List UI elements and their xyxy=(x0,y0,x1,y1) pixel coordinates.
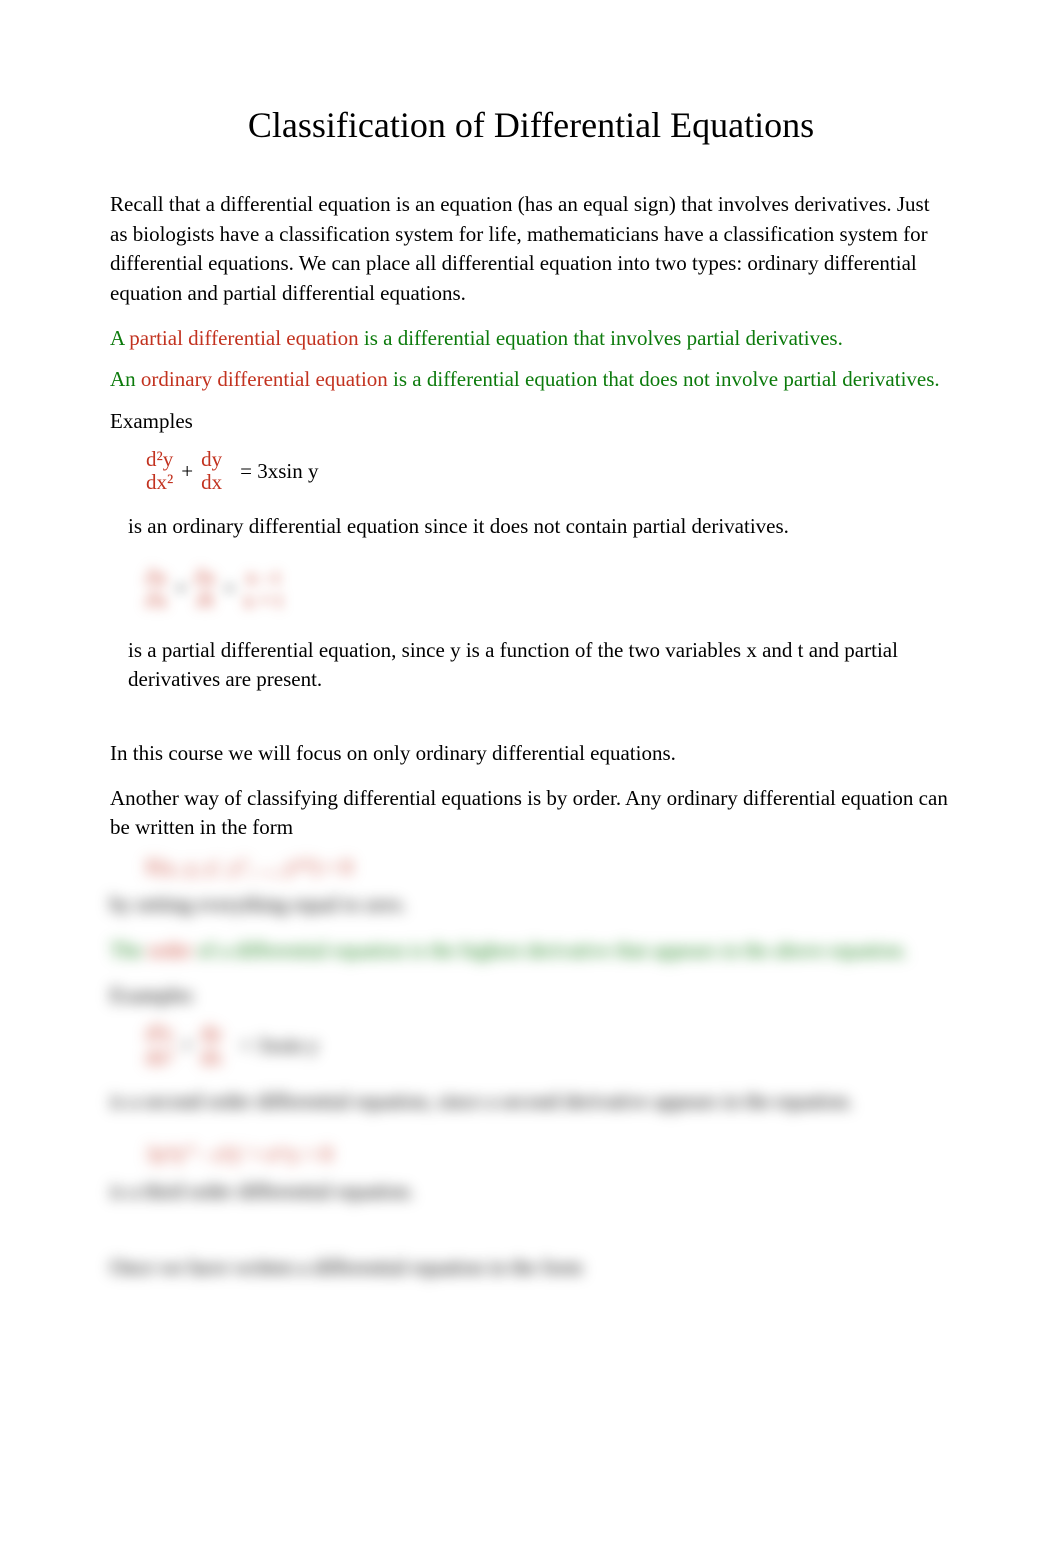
eq2-frac1-bot: ∂x xyxy=(146,589,167,612)
eq3-frac1-bot: dx² xyxy=(146,1046,173,1069)
eq2-fraction-2: ∂y ∂t xyxy=(195,566,216,612)
intro-paragraph: Recall that a differential equation is a… xyxy=(110,190,952,308)
order-form-equation: F(x, y, y', y'', ..., y⁽ⁿ⁾) = 0 xyxy=(110,853,952,882)
eq2-frac3-bot: x + t xyxy=(243,589,282,612)
eq2-explanation: is a partial differential equation, sinc… xyxy=(110,636,952,695)
page-title: Classification of Differential Equations xyxy=(110,100,952,150)
eq2-frac1-top: ∂y xyxy=(146,566,167,589)
eq3-frac1-top: d²y xyxy=(146,1022,173,1045)
order-def-term: order xyxy=(148,938,192,962)
eq1-rhs: = 3xsin y xyxy=(222,457,318,486)
eq3-fraction-2: dy dx xyxy=(201,1022,222,1068)
definition-ordinary: An ordinary differential equation is a d… xyxy=(110,365,952,394)
ode-focus-paragraph: In this course we will focus on only ord… xyxy=(110,739,952,768)
eq2-fraction-1: ∂y ∂x xyxy=(146,566,167,612)
eq1-plus: + xyxy=(173,457,201,486)
eq3-fraction-1: d²y dx² xyxy=(146,1022,173,1068)
order-intro-paragraph: Another way of classifying differential … xyxy=(110,784,952,843)
blurred-content: F(x, y, y', y'', ..., y⁽ⁿ⁾) = 0 by setti… xyxy=(110,853,952,1282)
eq3-frac2-top: dy xyxy=(201,1022,222,1045)
written-form-paragraph: Once we have written a differential equa… xyxy=(110,1253,952,1282)
def-partial-term: partial differential equation xyxy=(129,326,358,350)
eq3-plus: + xyxy=(173,1031,201,1060)
order-setzero: by setting everything equal to zero. xyxy=(110,890,952,919)
eq1-frac1-bot: dx² xyxy=(146,471,173,494)
eq1-frac2-bot: dx xyxy=(201,471,222,494)
eq2-frac2-bot: ∂t xyxy=(197,589,213,612)
def-ordinary-rest: is a differential equation that does not… xyxy=(388,367,940,391)
eq1-fraction-2: dy dx xyxy=(201,448,222,494)
def-partial-rest: is a differential equation that involves… xyxy=(359,326,843,350)
eq1-frac2-top: dy xyxy=(201,448,222,471)
def-ordinary-term: ordinary differential equation xyxy=(141,367,388,391)
eq2-frac3-top: x - t xyxy=(246,566,280,589)
eq3-explanation: is a second order differential equation,… xyxy=(110,1087,952,1116)
eq2-plus: + xyxy=(167,574,195,603)
eq2-frac2-top: ∂y xyxy=(195,566,216,589)
order-definition: The order of a differential equation is … xyxy=(110,936,952,965)
equation-1: d²y dx² + dy dx = 3xsin y xyxy=(110,448,952,494)
eq4-explanation: is a third order differential equation. xyxy=(110,1177,952,1206)
examples-heading-1: Examples xyxy=(110,407,952,436)
def-partial-prefix: A xyxy=(110,326,129,350)
equation-3: d²y dx² + dy dx = 3xsin y xyxy=(110,1022,952,1068)
eq1-frac1-top: d²y xyxy=(146,448,173,471)
order-def-rest: of a differential equation is the highes… xyxy=(192,938,907,962)
eq1-fraction-1: d²y dx² xyxy=(146,448,173,494)
definition-partial: A partial differential equation is a dif… xyxy=(110,324,952,353)
eq2-fraction-3: x - t x + t xyxy=(243,566,282,612)
equation-4: 3y⁴y''' - x³y' + eˣʸy = 0 xyxy=(110,1140,952,1169)
eq1-explanation: is an ordinary differential equation sin… xyxy=(110,512,952,541)
order-def-the: The xyxy=(110,938,148,962)
eq3-rhs: = 3xsin y xyxy=(222,1031,318,1060)
equation-2: ∂y ∂x + ∂y ∂t = x - t x + t xyxy=(110,566,952,612)
examples-heading-2: Examples xyxy=(110,981,952,1010)
def-ordinary-prefix: An xyxy=(110,367,141,391)
eq3-frac2-bot: dx xyxy=(201,1046,222,1069)
eq2-equals: = xyxy=(216,574,244,603)
